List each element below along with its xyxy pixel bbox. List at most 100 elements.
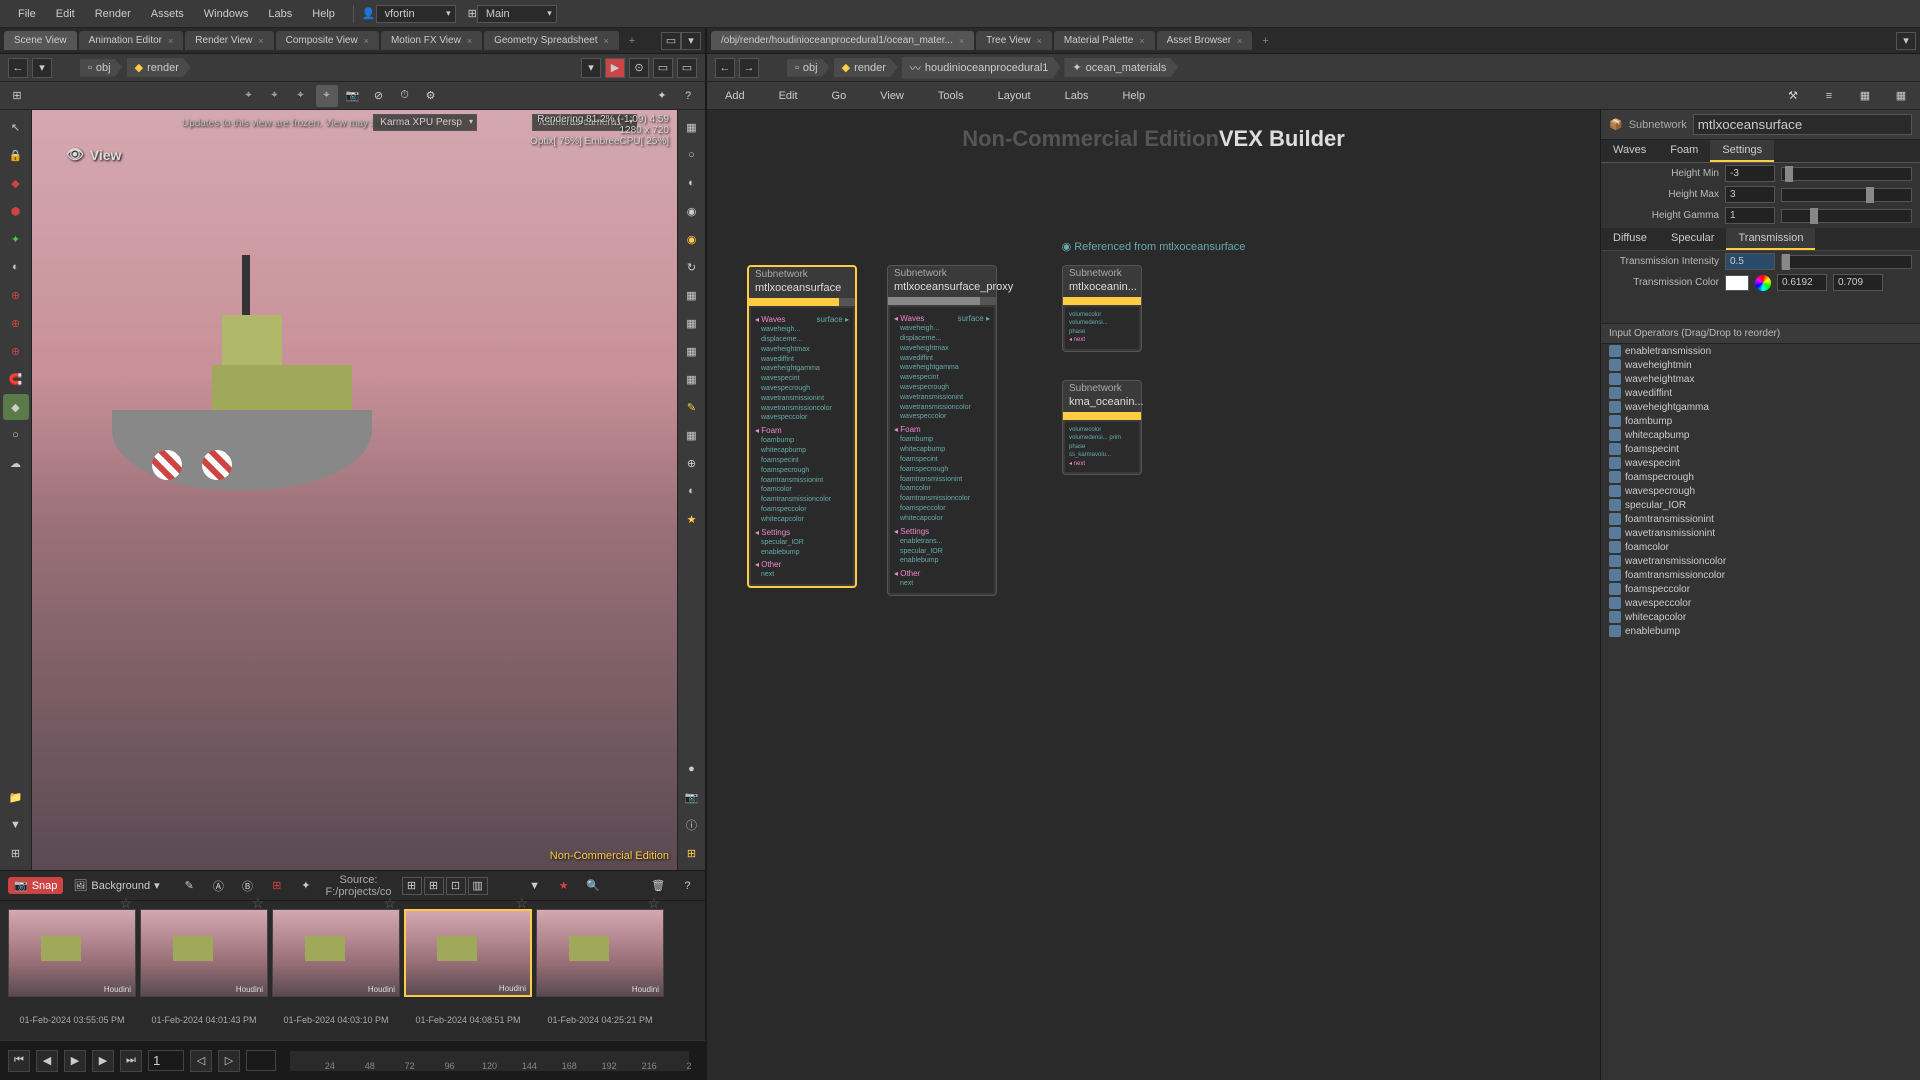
tab-settings[interactable]: Settings <box>1710 140 1774 162</box>
io-item[interactable]: enabletransmission <box>1601 344 1920 358</box>
tool14-icon[interactable]: ▼ <box>3 812 29 838</box>
io-item[interactable]: wavetransmissionint <box>1601 526 1920 540</box>
tab-render-view[interactable]: Render View× <box>185 31 273 50</box>
subtab-diffuse[interactable]: Diffuse <box>1601 228 1659 250</box>
menu-render[interactable]: Render <box>85 4 141 24</box>
gear-icon[interactable]: ⚙ <box>420 85 442 107</box>
bc-ocean[interactable]: 〰houdinioceanprocedural1 <box>902 57 1061 79</box>
denoise-icon[interactable]: ⊘ <box>368 85 390 107</box>
rs4-icon[interactable]: ◉ <box>679 198 705 224</box>
rs15-icon[interactable]: ★ <box>679 506 705 532</box>
io-item[interactable]: foamspecint <box>1601 442 1920 456</box>
grid3-icon[interactable]: ⊡ <box>446 877 466 895</box>
viewport[interactable]: 👁View Updates to this view are frozen. V… <box>32 110 677 870</box>
breadcrumb-obj[interactable]: ▫obj <box>80 59 123 77</box>
menu-file[interactable]: File <box>8 4 46 24</box>
snapshot-icon[interactable]: 📷 <box>679 784 705 810</box>
network-canvas[interactable]: Non-Commercial EditionVEX Builder ◉ Refe… <box>707 110 1600 1080</box>
pane-menu-icon[interactable]: ▾ <box>681 32 701 50</box>
snap-icon[interactable]: ⌖ <box>238 85 260 107</box>
menu-help[interactable]: Help <box>302 4 345 24</box>
snapshot-item[interactable]: ☆ Houdini 01-Feb-2024 04:01:43 PM <box>140 909 268 1032</box>
io-item[interactable]: foamtransmissioncolor <box>1601 568 1920 582</box>
net-tools[interactable]: Tools <box>928 86 974 106</box>
io-item[interactable]: specular_IOR <box>1601 498 1920 512</box>
renderer-dropdown[interactable]: Karma XPU Persp <box>373 114 477 131</box>
b-icon[interactable]: Ⓑ <box>238 875 257 897</box>
prev-frame-icon[interactable]: ◀ <box>36 1050 58 1072</box>
io-item[interactable]: wavespecrough <box>1601 484 1920 498</box>
color-swatch[interactable] <box>1725 275 1749 291</box>
io-item[interactable]: wavespecint <box>1601 456 1920 470</box>
tab-motionfx-view[interactable]: Motion FX View× <box>381 31 482 50</box>
select-icon[interactable]: ↖ <box>3 114 29 140</box>
layout-icon[interactable]: ⊞ <box>679 840 705 866</box>
snapshot-item[interactable]: ☆ Houdini 01-Feb-2024 04:03:10 PM <box>272 909 400 1032</box>
play-icon[interactable]: ▶ <box>64 1050 86 1072</box>
frame-input[interactable] <box>148 1050 184 1071</box>
rs11-icon[interactable]: ✎ <box>679 394 705 420</box>
tab-foam[interactable]: Foam <box>1658 140 1710 162</box>
pane-max-icon[interactable]: ▭ <box>661 32 681 50</box>
io-item[interactable]: foamspeccolor <box>1601 582 1920 596</box>
tool9-icon[interactable]: ⊕ <box>3 338 29 364</box>
io-item[interactable]: enablebump <box>1601 624 1920 638</box>
close-icon[interactable]: × <box>258 36 263 46</box>
trash-icon[interactable]: 🗑 <box>649 875 668 897</box>
menu-edit[interactable]: Edit <box>46 4 85 24</box>
close-icon[interactable]: × <box>364 36 369 46</box>
tool11-icon[interactable]: ◆ <box>3 394 29 420</box>
rs8-icon[interactable]: ▦ <box>679 310 705 336</box>
rs2-icon[interactable]: ○ <box>679 142 705 168</box>
height-max-input[interactable] <box>1725 186 1775 203</box>
help2-icon[interactable]: ? <box>678 875 697 897</box>
height-gamma-input[interactable] <box>1725 207 1775 224</box>
trans-intensity-slider[interactable] <box>1781 255 1912 269</box>
rs14-icon[interactable]: ◐ <box>679 478 705 504</box>
subtab-specular[interactable]: Specular <box>1659 228 1726 250</box>
range-end-icon[interactable]: ▷ <box>218 1050 240 1072</box>
tab-waves[interactable]: Waves <box>1601 140 1658 162</box>
net-edit[interactable]: Edit <box>769 86 808 106</box>
height-min-slider[interactable] <box>1781 167 1912 181</box>
io-item[interactable]: foambump <box>1601 414 1920 428</box>
rs5-icon[interactable]: ◉ <box>679 226 705 252</box>
folder-icon[interactable]: 📁 <box>3 784 29 810</box>
tab-add-button[interactable]: + <box>621 33 643 49</box>
camera-icon[interactable]: 📷 <box>342 85 364 107</box>
close-icon[interactable]: × <box>467 36 472 46</box>
nav-fwd-icon[interactable]: → <box>739 58 759 78</box>
clock-icon[interactable]: ⏱ <box>394 85 416 107</box>
net-view[interactable]: View <box>870 86 914 106</box>
snap2-icon[interactable]: ⌖ <box>264 85 286 107</box>
node-kma-oceanin[interactable]: Subnetwork kma_oceanin... volumecolorvol… <box>1062 380 1142 475</box>
menu-labs[interactable]: Labs <box>258 4 302 24</box>
timeline-track[interactable]: 244872961201441681922162 <box>290 1051 689 1071</box>
grid2-icon[interactable]: ⊞ <box>424 877 444 895</box>
bc-render[interactable]: ◆render <box>834 58 898 77</box>
tool12-icon[interactable]: ○ <box>3 422 29 448</box>
render-btn-icon[interactable]: ▶ <box>605 58 625 78</box>
io-item[interactable]: foamtransmissionint <box>1601 512 1920 526</box>
bc-materials[interactable]: ✦ocean_materials <box>1064 58 1178 77</box>
node-mtlxoceansurface-proxy[interactable]: Subnetwork mtlxoceansurface_proxy ◂ Wave… <box>887 265 997 596</box>
close-icon[interactable]: × <box>168 36 173 46</box>
tool15-icon[interactable]: ⊞ <box>3 840 29 866</box>
lock-icon[interactable]: 🔒 <box>3 142 29 168</box>
bc-obj[interactable]: ▫obj <box>787 59 830 77</box>
net-icon2[interactable]: ≡ <box>1818 85 1840 107</box>
tab-tree-view[interactable]: Tree View× <box>976 31 1052 50</box>
io-item[interactable]: foamspecrough <box>1601 470 1920 484</box>
brush-icon[interactable]: ☁ <box>3 450 29 476</box>
a-icon[interactable]: Ⓐ <box>209 875 228 897</box>
node-name-input[interactable] <box>1693 114 1912 135</box>
io-item[interactable]: whitecapbump <box>1601 428 1920 442</box>
nav-back-icon[interactable]: ← <box>715 58 735 78</box>
snap4-icon[interactable]: ⌖ <box>316 85 338 107</box>
height-max-slider[interactable] <box>1781 188 1912 202</box>
rs9-icon[interactable]: ▦ <box>679 338 705 364</box>
tab-path[interactable]: /obj/render/houdinioceanprocedural1/ocea… <box>711 31 974 50</box>
snapshot-item[interactable]: ☆ Houdini 01-Feb-2024 04:25:21 PM <box>536 909 664 1032</box>
close-icon[interactable]: × <box>1237 36 1242 46</box>
close-icon[interactable]: × <box>959 36 964 46</box>
